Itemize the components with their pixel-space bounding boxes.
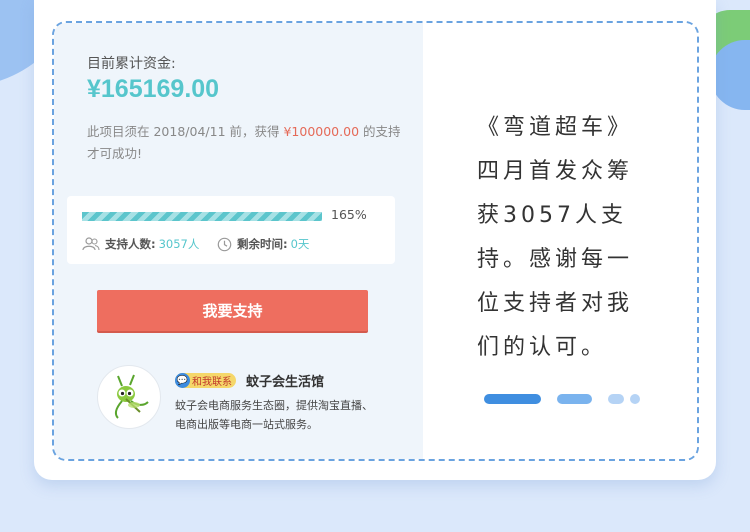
deadline-prefix: 此项目须在 2018/04/11 前，获得 bbox=[87, 124, 284, 139]
message-panel: 《弯道超车》四月首发众筹获3057人支持。感谢每一位支持者对我们的认可。 bbox=[423, 23, 697, 459]
progress-box: 165% 支持人数: 3057人 剩余时间: 0天 bbox=[67, 196, 395, 264]
funding-panel: 目前累计资金: ¥165169.00 此项目须在 2018/04/11 前，获得… bbox=[54, 23, 423, 459]
progress-percent: 165% bbox=[331, 207, 367, 222]
supporters-stat: 支持人数: 3057人 bbox=[82, 236, 199, 252]
funding-amount: ¥165169.00 bbox=[87, 75, 220, 103]
carousel-indicators bbox=[484, 394, 656, 404]
contact-me-label: 和我联系 bbox=[192, 377, 232, 388]
progress-bar bbox=[82, 212, 322, 221]
carousel-dot-1[interactable] bbox=[484, 394, 541, 404]
time-remaining-label: 剩余时间: bbox=[237, 237, 288, 251]
shop-contact-row: 💬 和我联系 蚊子会生活馆 bbox=[175, 371, 324, 390]
contact-me-button[interactable]: 💬 和我联系 bbox=[175, 373, 236, 388]
chat-icon: 💬 bbox=[175, 373, 190, 388]
carousel-dot-3[interactable] bbox=[608, 394, 624, 404]
mosquito-mascot-icon bbox=[114, 374, 149, 419]
shop-avatar[interactable] bbox=[97, 365, 161, 429]
supporters-value: 3057人 bbox=[158, 237, 200, 251]
time-remaining-stat: 剩余时间: 0天 bbox=[217, 236, 309, 252]
support-button[interactable]: 我要支持 bbox=[97, 290, 368, 331]
shop-name: 蚊子会生活馆 bbox=[246, 375, 325, 390]
carousel-dot-4[interactable] bbox=[630, 394, 640, 404]
carousel-dot-2[interactable] bbox=[557, 394, 592, 404]
deadline-target: ¥100000.00 bbox=[283, 124, 360, 139]
funding-label: 目前累计资金: bbox=[87, 56, 176, 72]
shop-description: 蚊子会电商服务生态圈，提供淘宝直播、电商出版等电商一站式服务。 bbox=[175, 399, 373, 431]
progress-bar-fill bbox=[82, 212, 322, 221]
crowdfunding-card: 目前累计资金: ¥165169.00 此项目须在 2018/04/11 前，获得… bbox=[34, 0, 716, 480]
thank-you-message: 《弯道超车》四月首发众筹获3057人支持。感谢每一位支持者对我们的认可。 bbox=[477, 115, 634, 360]
clock-icon bbox=[217, 237, 232, 251]
deadline-text: 此项目须在 2018/04/11 前，获得 ¥100000.00 的支持才可成功… bbox=[87, 121, 407, 165]
time-remaining-value: 0天 bbox=[290, 237, 310, 251]
dashed-frame: 目前累计资金: ¥165169.00 此项目须在 2018/04/11 前，获得… bbox=[52, 21, 699, 461]
users-icon bbox=[82, 237, 100, 251]
supporters-label: 支持人数: bbox=[105, 237, 156, 251]
